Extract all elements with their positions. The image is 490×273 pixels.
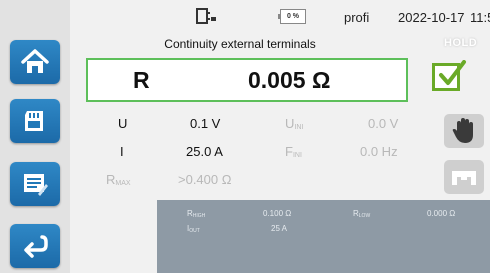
iout-label-sub: OUT <box>189 228 200 234</box>
iout-value: 25 A <box>271 224 288 233</box>
main-parameter: R <box>133 67 150 93</box>
rhigh-label: RHIGH <box>187 209 205 219</box>
main-reading-box: R 0.005 Ω <box>86 58 408 102</box>
terminal-clamp-icon <box>452 171 476 185</box>
rhigh-label-sub: HIGH <box>192 213 206 219</box>
stop-button[interactable] <box>444 114 484 148</box>
fini-label: FINI <box>285 144 302 159</box>
back-button[interactable] <box>10 224 60 268</box>
fini-label-sub: INI <box>292 152 302 159</box>
battery-icon: 0 % <box>278 9 306 24</box>
rmax-value: >0.400 Ω <box>178 172 232 187</box>
i-label: I <box>120 144 124 159</box>
rmax-label: RMAX <box>106 172 131 187</box>
fini-label-main: F <box>285 144 293 159</box>
u-label: U <box>118 116 128 131</box>
check-ok-icon <box>432 60 466 91</box>
rlow-label-sub: LOW <box>358 213 371 219</box>
fini-value: 0.0 Hz <box>360 144 398 159</box>
memory-button[interactable] <box>10 99 60 143</box>
report-icon <box>24 174 48 196</box>
measurement-title: Continuity external terminals <box>164 37 316 51</box>
rlow-label: RLOW <box>353 209 370 219</box>
home-button[interactable] <box>10 40 60 84</box>
probe-connection-icon <box>196 8 216 24</box>
main-value: 0.005 Ω <box>248 67 331 93</box>
uini-value: 0.0 V <box>368 116 399 131</box>
rmax-label-main: R <box>106 172 116 187</box>
battery-level: 0 % <box>286 13 300 20</box>
uini-label: UINI <box>285 116 303 131</box>
status-time: 11:53 <box>470 10 490 25</box>
rmax-label-sub: MAX <box>115 180 131 187</box>
left-sidebar <box>0 0 70 273</box>
rhigh-value: 0.100 Ω <box>263 209 292 218</box>
iout-label: IOUT <box>187 224 200 234</box>
hold-indicator[interactable]: HOLD <box>444 37 477 49</box>
stop-hand-icon <box>452 118 473 143</box>
report-button[interactable] <box>10 162 60 206</box>
status-date: 2022-10-17 <box>398 10 465 25</box>
memory-card-icon <box>25 111 43 131</box>
uini-label-sub: INI <box>294 124 304 131</box>
terminal-button[interactable] <box>444 160 484 194</box>
i-value: 25.0 A <box>186 144 223 159</box>
limits-panel: RHIGH 0.100 Ω RLOW 0.000 Ω IOUT 25 A <box>157 200 490 273</box>
rlow-value: 0.000 Ω <box>427 209 456 218</box>
back-icon <box>24 235 48 258</box>
uini-label-main: U <box>285 116 295 131</box>
u-value: 0.1 V <box>190 116 221 131</box>
user-profile: profi <box>344 10 370 25</box>
status-bar: 0 % profi 2022-10-17 11:53 <box>70 0 490 34</box>
home-icon <box>21 49 49 73</box>
